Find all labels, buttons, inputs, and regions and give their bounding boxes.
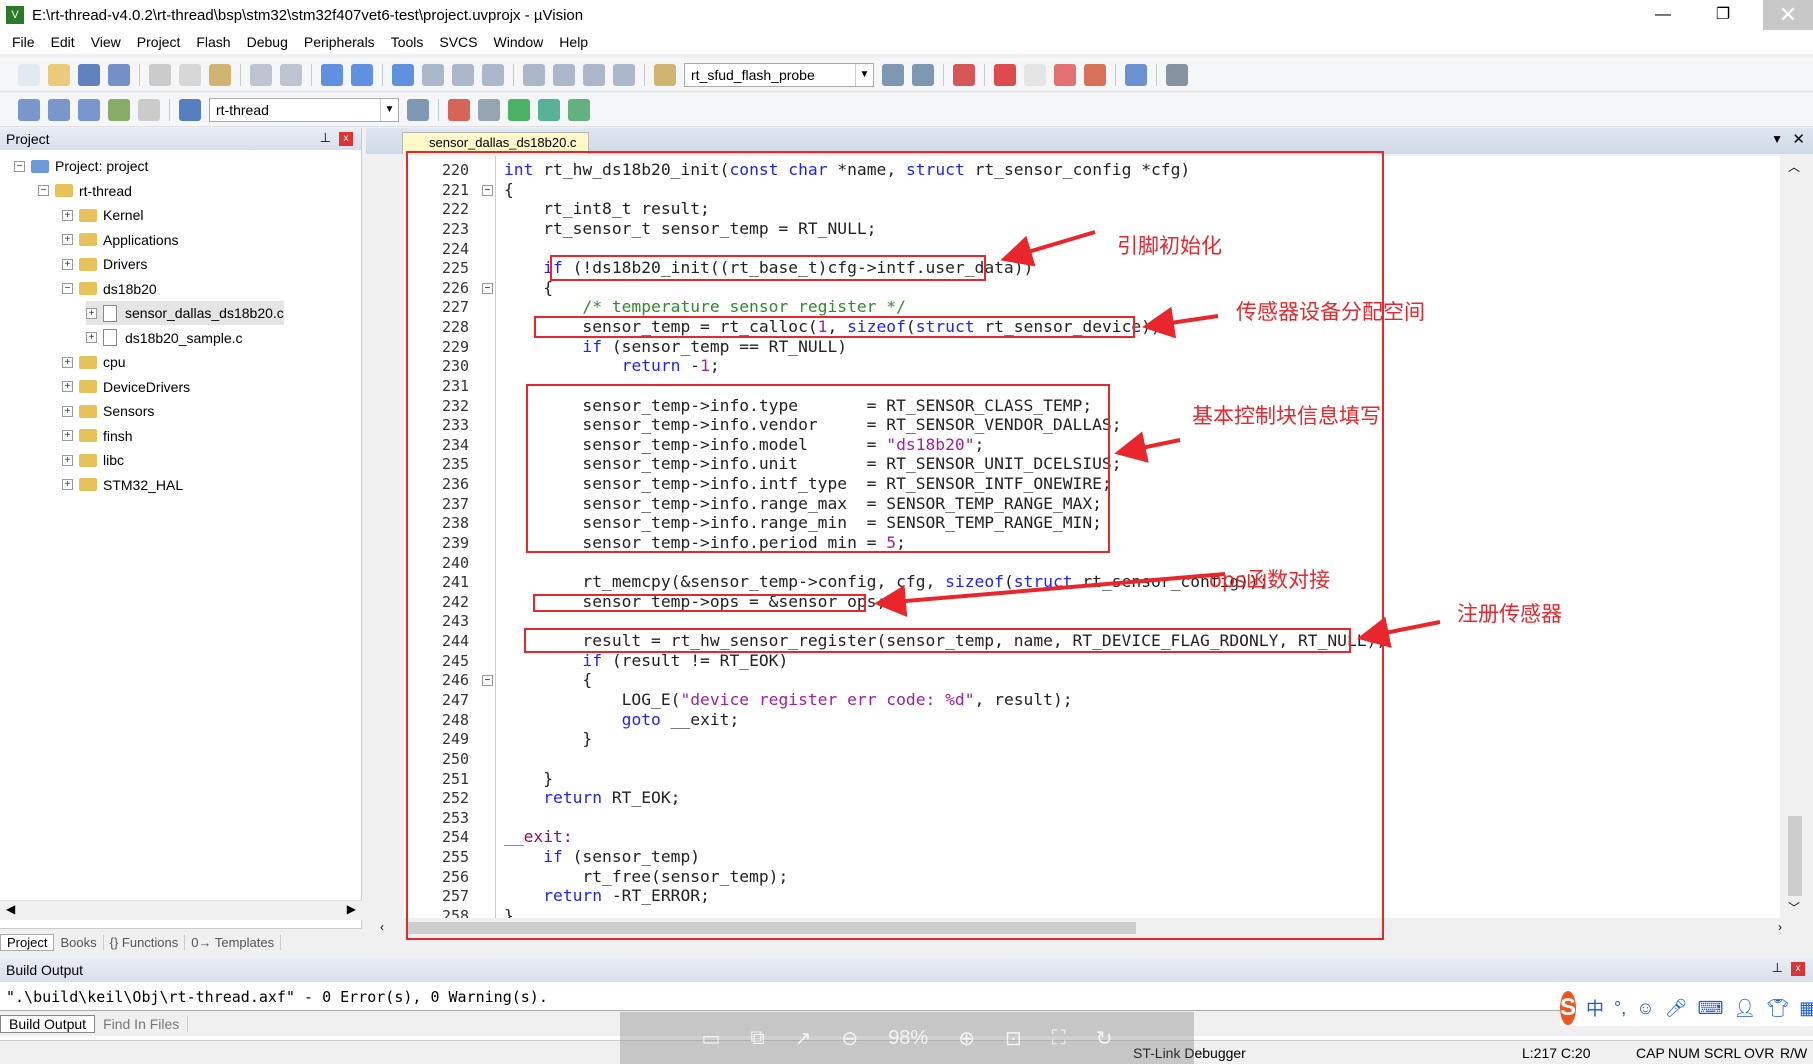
ime-mode[interactable]: 中: [1586, 995, 1604, 1021]
skin-icon[interactable]: 👕︎: [1766, 998, 1789, 1019]
grid-icon[interactable]: ▦: [1799, 998, 1813, 1019]
tab-build-output[interactable]: Build Output: [0, 1014, 96, 1033]
pin-icon[interactable]: ⊥: [1772, 960, 1783, 976]
rw-indicator: R/W: [1780, 1045, 1808, 1061]
sogou-logo[interactable]: S: [1560, 991, 1577, 1025]
fit-icon[interactable]: ⛶: [1052, 1027, 1066, 1050]
zoom-level: 98%: [888, 1026, 929, 1049]
cursor-position: L:217 C:20: [1522, 1045, 1591, 1061]
save-icon[interactable]: ▭: [701, 1026, 720, 1051]
rotate-icon[interactable]: ↻: [1096, 1026, 1113, 1051]
num-indicator: NUM: [1668, 1045, 1700, 1061]
zoom-out-icon[interactable]: ⊖: [841, 1026, 858, 1051]
build-output-title: Build Output: [6, 962, 84, 978]
actual-size-icon[interactable]: ⊡: [1005, 1026, 1022, 1051]
arrow-info: [1114, 431, 1181, 463]
share-icon[interactable]: ↗: [795, 1026, 812, 1051]
arrow-ops: [874, 572, 1226, 617]
annotation-register: 注册传感器: [1457, 602, 1562, 626]
build-output-text: ".\build\keil\Obj\rt-thread.axf" - 0 Err…: [6, 988, 548, 1006]
tab-find-in-files[interactable]: Find In Files: [95, 1015, 189, 1032]
ime-toolbar: S 中 °, ☺ 🎤︎ ⌨ 👤︎ 👕︎ ▦: [1560, 990, 1813, 1026]
zoom-in-icon[interactable]: ⊕: [958, 1026, 975, 1051]
annotation-ops: ops函数对接: [1209, 568, 1331, 592]
keyboard-icon[interactable]: ⌨: [1697, 998, 1723, 1019]
user-icon[interactable]: 👤︎: [1733, 998, 1756, 1019]
annotation-pin-init: 引脚初始化: [1117, 234, 1222, 258]
arrow-init: [1000, 230, 1096, 267]
copy-icon[interactable]: ⧉: [750, 1027, 764, 1050]
annotation-alloc: 传感器设备分配空间: [1236, 300, 1425, 324]
arrow-alloc: [1142, 306, 1219, 339]
image-viewer-overlay: ▭ ⧉ ↗ ⊖ 98% ⊕ ⊡ ⛶ ↻: [620, 1012, 1194, 1064]
emoji-icon[interactable]: ☺: [1636, 998, 1654, 1019]
annotation-arrows: [874, 230, 1441, 648]
arrow-register: [1357, 616, 1441, 648]
build-output-header: Build Output ⊥ x: [0, 958, 1813, 982]
mic-icon[interactable]: 🎤︎: [1665, 998, 1688, 1019]
caps-indicator: CAP: [1636, 1045, 1665, 1061]
close-panel-button[interactable]: x: [1791, 962, 1805, 976]
ime-punct[interactable]: °,: [1614, 998, 1626, 1019]
annotation-info-fill: 基本控制块信息填写: [1192, 404, 1381, 428]
ovr-indicator: OVR: [1744, 1045, 1775, 1061]
scrl-indicator: SCRL: [1704, 1045, 1742, 1061]
